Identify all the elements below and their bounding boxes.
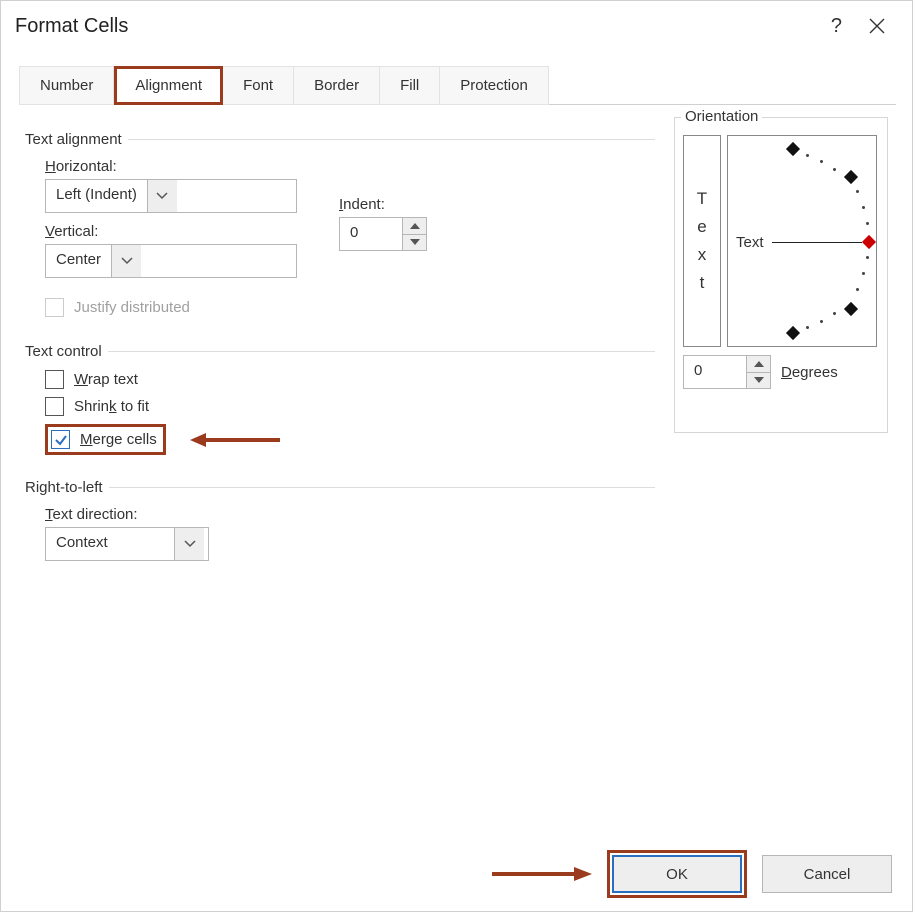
annotation-arrow-ok (492, 864, 592, 884)
group-text-alignment: Text alignment Horizontal: Left (Indent) (25, 131, 655, 325)
horizontal-label: Horizontal: (45, 158, 297, 175)
vtext-char: x (698, 245, 707, 265)
group-text-control-header: Text control (25, 343, 102, 360)
group-rtl-header: Right-to-left (25, 479, 103, 496)
shrink-checkbox[interactable] (45, 397, 64, 416)
horizontal-combo[interactable]: Left (Indent) (45, 179, 297, 213)
orientation-handle[interactable] (862, 235, 876, 249)
degrees-label: Degrees (781, 364, 838, 381)
indent-label: Indent: (339, 196, 427, 213)
merge-cells-checkbox[interactable] (51, 430, 70, 449)
degrees-value: 0 (684, 356, 746, 388)
footer: OK Cancel (492, 855, 892, 893)
tab-protection[interactable]: Protection (440, 66, 549, 105)
text-direction-value: Context (46, 528, 174, 560)
spin-up-icon[interactable] (403, 218, 426, 235)
titlebar: Format Cells ? (1, 1, 912, 51)
vtext-char: t (700, 273, 705, 293)
spin-up-icon[interactable] (747, 356, 770, 373)
vertical-value: Center (46, 245, 111, 277)
cancel-button[interactable]: Cancel (762, 855, 892, 893)
wrap-text-label: Wrap text (74, 371, 138, 388)
shrink-label: Shrink to fit (74, 398, 149, 415)
indent-value: 0 (340, 218, 402, 250)
help-button[interactable]: ? (817, 11, 856, 42)
group-rtl: Right-to-left Text direction: Context (25, 479, 655, 561)
justify-distributed-label: Justify distributed (74, 299, 190, 316)
vertical-combo[interactable]: Center (45, 244, 297, 278)
text-direction-label: Text direction: (45, 506, 655, 523)
tab-fill[interactable]: Fill (380, 66, 440, 105)
group-orientation-header: Orientation (681, 108, 762, 125)
group-text-alignment-header: Text alignment (25, 131, 122, 148)
spin-down-icon[interactable] (747, 373, 770, 389)
chevron-down-icon (174, 528, 204, 560)
orientation-vertical-text[interactable]: T e x t (683, 135, 721, 347)
wrap-text-checkbox[interactable] (45, 370, 64, 389)
group-text-control: Text control Wrap text Shrink to fit (25, 343, 655, 455)
tab-body: Text alignment Horizontal: Left (Indent) (1, 105, 912, 845)
wrap-text-row[interactable]: Wrap text (45, 370, 655, 389)
tab-number[interactable]: Number (19, 66, 114, 105)
dialog-title: Format Cells (15, 15, 128, 38)
ok-button[interactable]: OK (612, 855, 742, 893)
tab-alignment[interactable]: Alignment (114, 66, 223, 105)
close-button[interactable] (856, 11, 898, 41)
chevron-down-icon (111, 245, 141, 277)
format-cells-dialog: Format Cells ? Number Alignment Font Bor… (0, 0, 913, 912)
orientation-wheel[interactable]: Text (727, 135, 877, 347)
tab-font[interactable]: Font (223, 66, 294, 105)
group-orientation: Orientation T e x t Text (674, 117, 888, 433)
orientation-wheel-text: Text (736, 234, 764, 251)
vtext-char: T (697, 189, 707, 209)
merge-cells-highlight: Merge cells (45, 424, 166, 455)
orientation-line (772, 242, 862, 243)
spin-down-icon[interactable] (403, 235, 426, 251)
degrees-spin[interactable]: 0 (683, 355, 771, 389)
text-direction-combo[interactable]: Context (45, 527, 209, 561)
indent-spin[interactable]: 0 (339, 217, 427, 251)
merge-cells-label: Merge cells (80, 431, 157, 448)
vtext-char: e (697, 217, 706, 237)
justify-distributed-row: Justify distributed (45, 298, 297, 317)
vertical-label: Vertical: (45, 223, 297, 240)
justify-distributed-checkbox (45, 298, 64, 317)
horizontal-value: Left (Indent) (46, 180, 147, 212)
shrink-row[interactable]: Shrink to fit (45, 397, 655, 416)
chevron-down-icon (147, 180, 177, 212)
tabs: Number Alignment Font Border Fill Protec… (19, 65, 896, 105)
annotation-arrow-merge (190, 430, 280, 450)
tab-border[interactable]: Border (294, 66, 380, 105)
